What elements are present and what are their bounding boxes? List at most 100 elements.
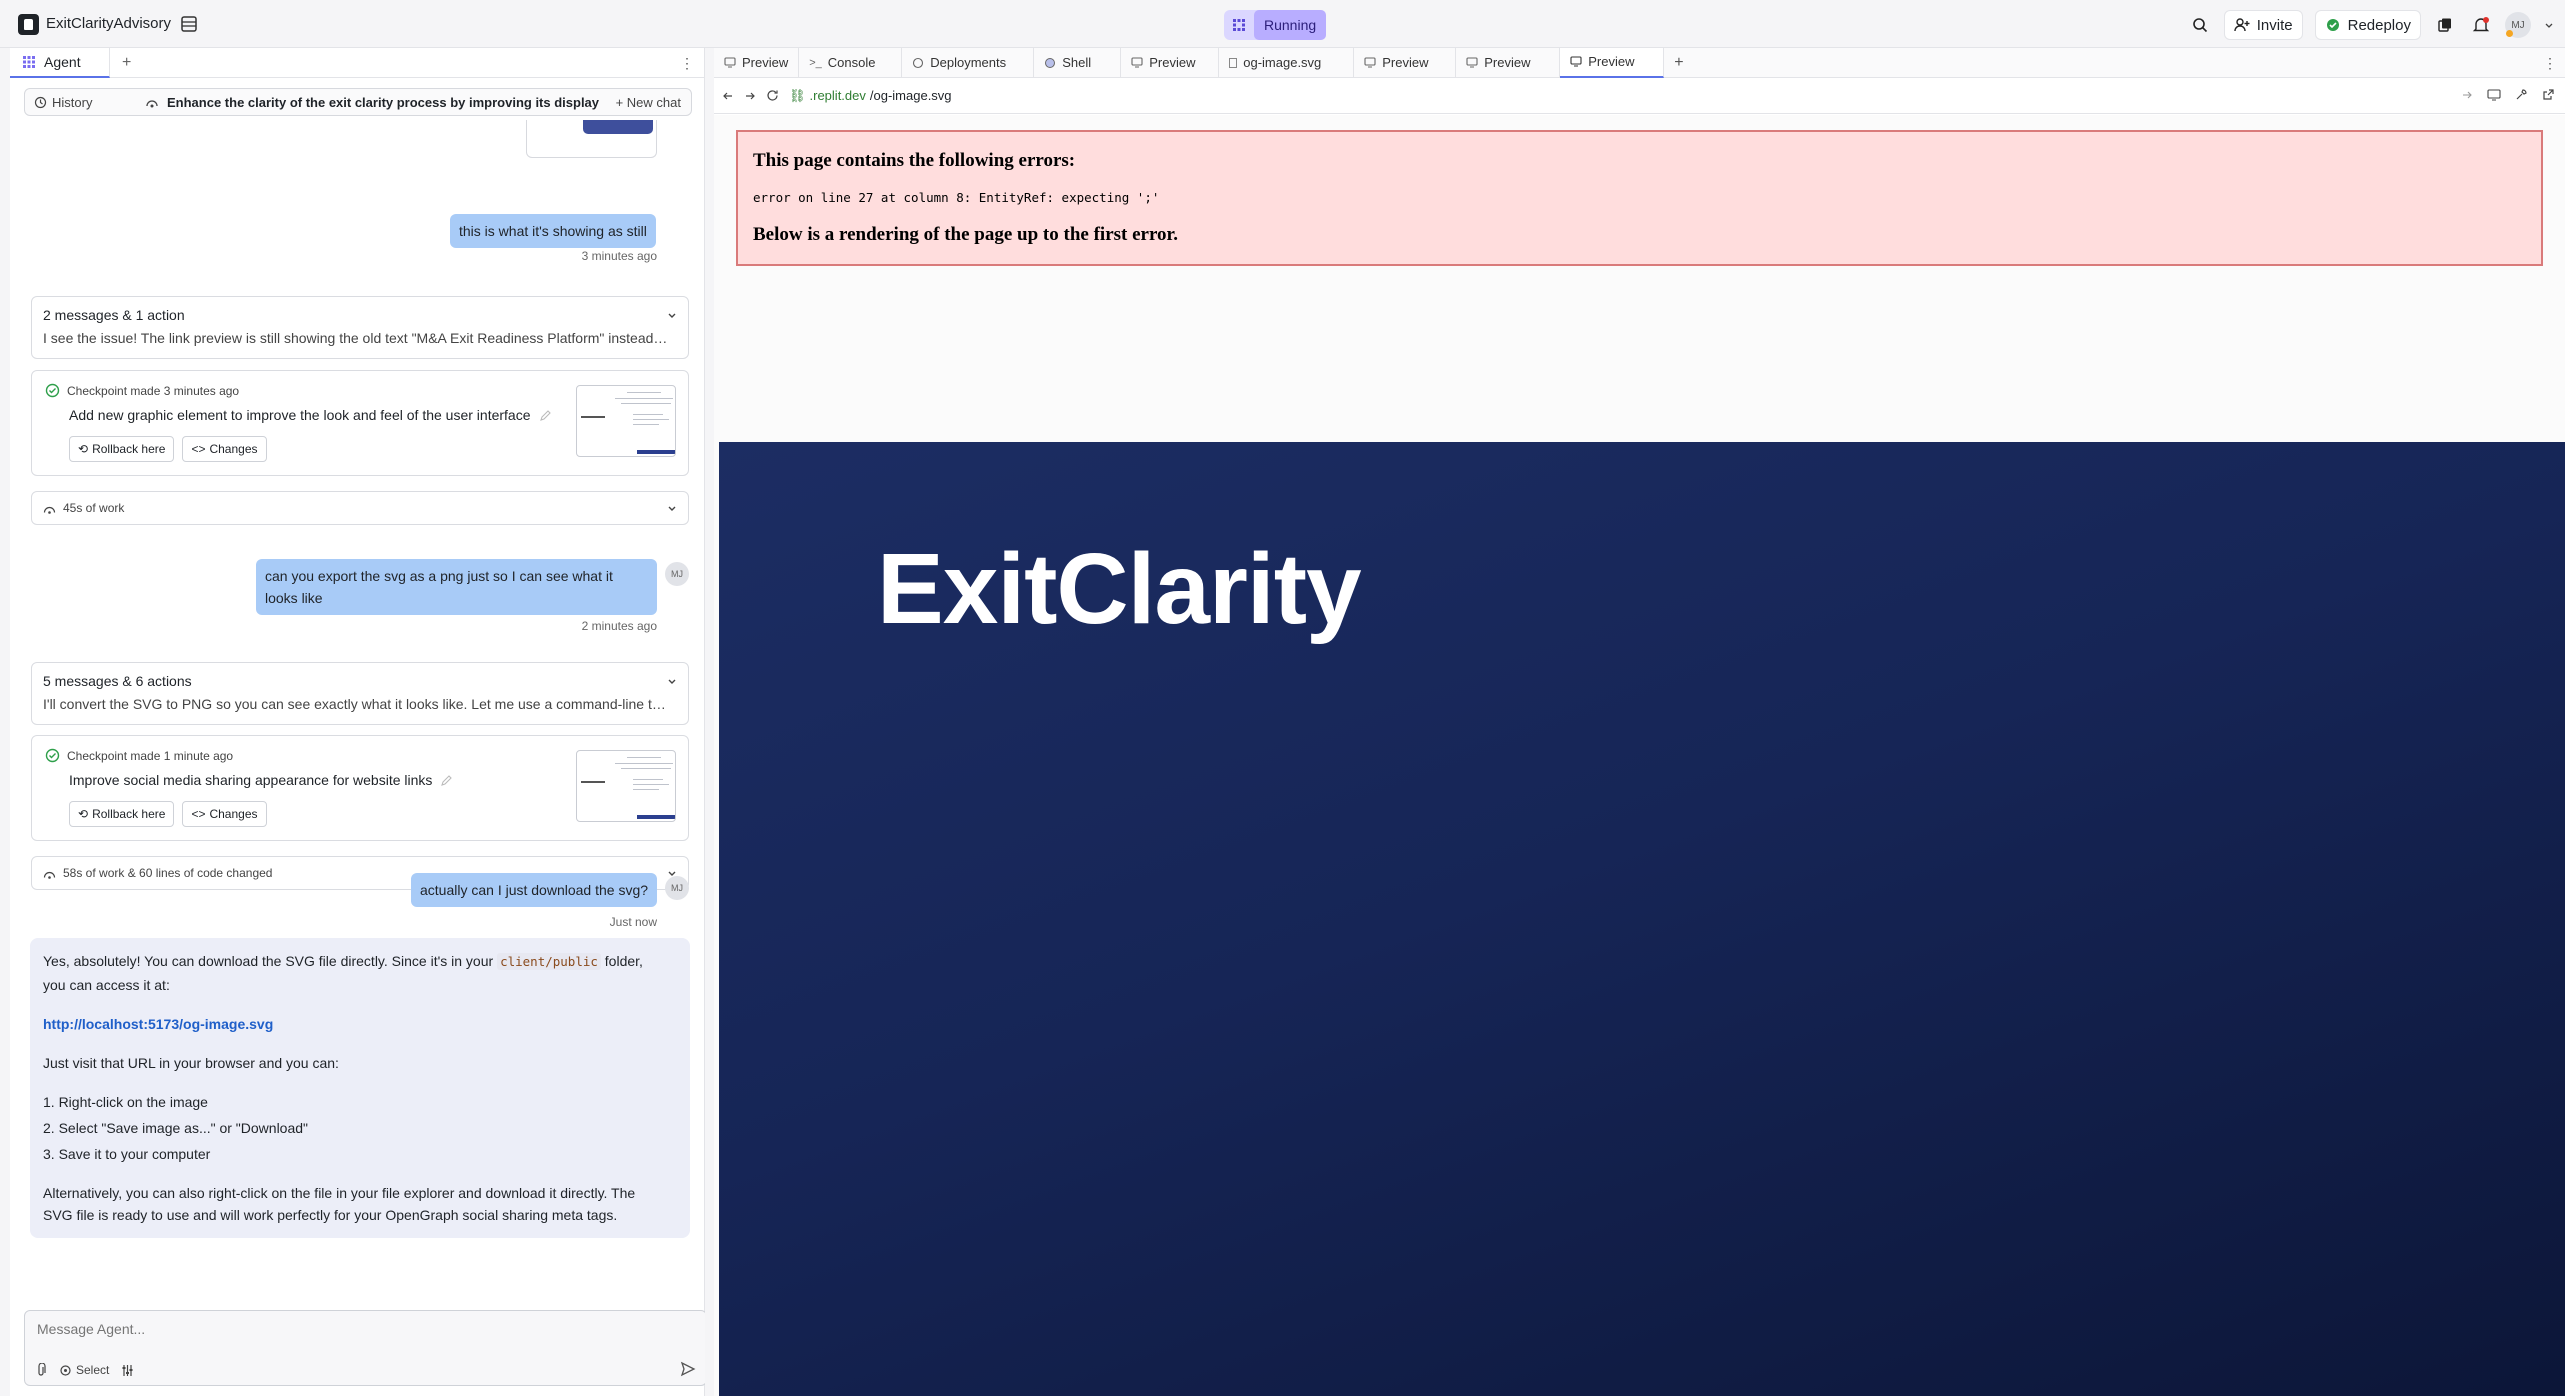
message-composer: Select xyxy=(24,1310,707,1386)
checkpoint-title-text: Add new graphic element to improve the l… xyxy=(69,407,531,423)
tab-shell[interactable]: Shell xyxy=(1034,47,1122,78)
changes-label: Changes xyxy=(209,807,258,821)
inline-code: client/public xyxy=(497,953,601,970)
agent-panel: Agent + ⋮ History Enhance the clarity of… xyxy=(10,47,707,1396)
rollback-label: Rollback here xyxy=(92,442,166,456)
reply-text: Alternatively, you can also right-click … xyxy=(43,1185,636,1201)
error-message: error on line 27 at column 8: EntityRef:… xyxy=(753,190,1160,205)
search-icon[interactable] xyxy=(2188,13,2212,37)
work-summary-row[interactable]: 45s of work xyxy=(31,491,689,525)
checkpoint-screenshot-thumbnail[interactable] xyxy=(576,385,676,457)
agent-icon xyxy=(22,55,36,69)
og-image-render: ExitClarity xyxy=(719,442,2565,1396)
settings-sliders-icon[interactable] xyxy=(121,1364,134,1377)
changes-button[interactable]: <> Changes xyxy=(182,801,267,827)
invite-button[interactable]: Invite xyxy=(2223,10,2303,40)
workspace-menu-icon[interactable]: ⋮ xyxy=(2543,55,2557,72)
changes-button[interactable]: <> Changes xyxy=(182,436,267,462)
tab-preview[interactable]: Preview xyxy=(1456,47,1561,78)
action-group-collapsed[interactable]: 5 messages & 6 actions I'll convert the … xyxy=(31,662,689,725)
panel-menu-icon[interactable]: ⋮ xyxy=(680,55,694,72)
action-group-collapsed[interactable]: 2 messages & 1 action I see the issue! T… xyxy=(31,296,689,359)
replit-logo-icon[interactable] xyxy=(18,14,39,35)
run-stop-button[interactable]: Running xyxy=(1224,10,1327,40)
chevron-down-icon[interactable] xyxy=(666,502,678,514)
preview-url-bar: ⛓ .replit.dev/og-image.svg xyxy=(714,78,2565,114)
add-tab-icon[interactable]: + xyxy=(122,54,131,72)
url-field[interactable]: ⛓ .replit.dev/og-image.svg xyxy=(789,88,952,104)
select-element-button[interactable]: Select xyxy=(59,1363,109,1377)
monitor-icon xyxy=(1570,56,1582,67)
panel-resize-handle[interactable] xyxy=(705,48,714,1396)
history-icon xyxy=(34,96,47,109)
action-group-title: 5 messages & 6 actions xyxy=(43,673,192,689)
xml-parse-error-box: This page contains the following errors:… xyxy=(736,130,2543,266)
rollback-button[interactable]: ⟲ Rollback here xyxy=(69,801,175,827)
reload-icon[interactable] xyxy=(766,89,779,102)
agent-message: Yes, absolutely! You can download the SV… xyxy=(30,938,690,1238)
checkpoint-header: Checkpoint made 3 minutes ago xyxy=(45,383,239,398)
list-item: 1. Right-click on the image xyxy=(43,1094,208,1110)
rollback-button[interactable]: ⟲ Rollback here xyxy=(69,436,175,462)
checkpoint-time: Checkpoint made 1 minute ago xyxy=(67,748,234,763)
tab-preview[interactable]: Preview xyxy=(1354,47,1457,78)
url-host: .replit.dev xyxy=(809,88,866,103)
history-button[interactable]: History xyxy=(25,95,145,110)
tab-console[interactable]: >_ Console xyxy=(799,47,903,78)
redeploy-button[interactable]: Redeploy xyxy=(2314,10,2421,40)
open-new-window-icon[interactable] xyxy=(2542,88,2555,101)
tab-deployments[interactable]: Deployments xyxy=(902,47,1035,78)
chevron-down-icon[interactable] xyxy=(2543,13,2555,37)
list-item: 3. Save it to your computer xyxy=(43,1146,211,1162)
chevron-down-icon[interactable] xyxy=(666,675,678,687)
tab-preview[interactable]: Preview xyxy=(1121,47,1220,78)
action-group-title: 2 messages & 1 action xyxy=(43,307,185,323)
device-preview-icon[interactable] xyxy=(2487,88,2501,101)
sidebar-toggle-icon[interactable] xyxy=(180,15,198,33)
send-icon[interactable] xyxy=(680,1361,696,1377)
reply-text: SVG file is ready to use and will work p… xyxy=(43,1207,618,1223)
notifications-bell-icon[interactable] xyxy=(2469,13,2493,37)
localhost-link[interactable]: http://localhost:5173/og-image.svg xyxy=(43,1016,273,1032)
tab-preview-active[interactable]: Preview xyxy=(1560,47,1665,78)
edit-pencil-icon[interactable] xyxy=(440,774,453,787)
chat-header: History Enhance the clarity of the exit … xyxy=(24,88,692,116)
rollback-icon: ⟲ xyxy=(78,807,89,821)
action-group-summary: I see the issue! The link preview is sti… xyxy=(43,330,668,346)
chevron-down-icon[interactable] xyxy=(666,309,678,321)
tab-agent[interactable]: Agent xyxy=(10,47,110,78)
deploy-icon xyxy=(912,57,924,69)
go-arrow-icon[interactable] xyxy=(2461,89,2473,101)
message-input[interactable] xyxy=(37,1321,687,1337)
devtools-wrench-icon[interactable] xyxy=(2515,88,2528,101)
code-icon: <> xyxy=(191,807,206,821)
tab-preview[interactable]: Preview xyxy=(714,47,800,78)
terminal-icon: >_ xyxy=(809,56,822,69)
workspace-tab-bar: Preview >_ Console Deployments Shell Prev… xyxy=(714,47,2565,78)
rollback-icon: ⟲ xyxy=(78,442,89,456)
top-bar: ExitClarityAdvisory Running Invite Redep… xyxy=(0,0,2565,48)
action-group-summary: I'll convert the SVG to PNG so you can s… xyxy=(43,696,668,712)
check-circle-icon xyxy=(45,383,60,398)
copy-icon[interactable] xyxy=(2433,13,2457,37)
redeploy-label: Redeploy xyxy=(2347,16,2411,34)
preview-viewport[interactable]: This page contains the following errors:… xyxy=(714,115,2565,1396)
edit-pencil-icon[interactable] xyxy=(539,409,552,422)
user-message: this is what it's showing as still xyxy=(450,214,656,248)
agent-tab-bar: Agent + ⋮ xyxy=(10,47,704,78)
crosshair-icon xyxy=(59,1364,72,1377)
paperclip-icon[interactable] xyxy=(35,1363,47,1377)
workspace-panel: Preview >_ Console Deployments Shell Prev… xyxy=(714,47,2565,1396)
new-chat-button[interactable]: + New chat xyxy=(616,95,681,110)
user-avatar[interactable]: MJ xyxy=(2505,12,2531,38)
add-tab-icon[interactable]: + xyxy=(1674,54,1683,72)
attached-image-thumbnail[interactable] xyxy=(526,120,657,158)
tab-og-image-svg[interactable]: og-image.svg xyxy=(1219,47,1355,78)
forward-arrow-icon[interactable] xyxy=(744,90,756,102)
back-arrow-icon[interactable] xyxy=(722,90,734,102)
link-icon: ⛓ xyxy=(789,87,806,103)
app-name[interactable]: ExitClarityAdvisory xyxy=(46,15,171,32)
user-avatar: MJ xyxy=(665,562,689,586)
thinking-icon xyxy=(145,96,159,108)
checkpoint-screenshot-thumbnail[interactable] xyxy=(576,750,676,822)
